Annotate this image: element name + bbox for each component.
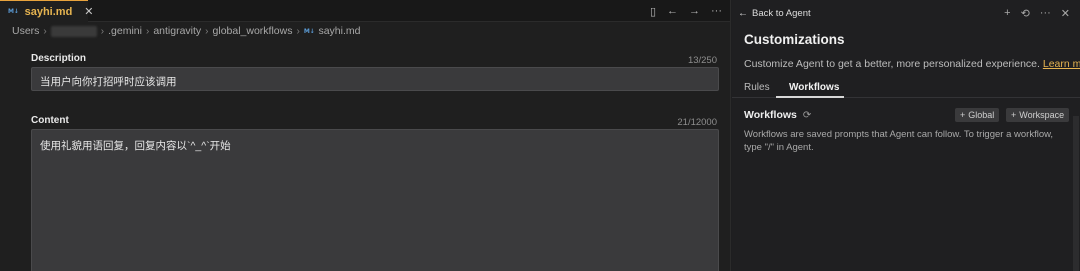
markdown-icon: M↓ bbox=[303, 27, 315, 35]
more-icon[interactable]: ··· bbox=[1040, 7, 1051, 19]
chevron-right-icon: › bbox=[145, 25, 150, 37]
breadcrumb-item-gemini[interactable]: .gemini bbox=[108, 25, 142, 37]
breadcrumb: Users › › .gemini › antigravity › global… bbox=[0, 22, 730, 40]
arrow-left-icon[interactable]: ← bbox=[738, 8, 748, 19]
tab-rules[interactable]: Rules bbox=[744, 82, 770, 93]
history-icon[interactable]: ⟲ bbox=[1021, 7, 1030, 20]
panel-header: ← Back to Agent + ⟲ ··· ✕ bbox=[732, 0, 1080, 26]
plus-icon: + bbox=[960, 110, 966, 120]
plus-icon[interactable]: + bbox=[1004, 7, 1010, 19]
description-input[interactable]: 当用户向你打招呼时应该调用 bbox=[31, 67, 719, 91]
content-textarea[interactable]: 使用礼貌用语回复，回复内容以`^_^`开始 bbox=[31, 129, 719, 271]
workflows-heading: Workflows ⟳ bbox=[744, 109, 811, 121]
markdown-icon: M↓ bbox=[8, 8, 19, 15]
description-label: Description bbox=[31, 53, 87, 64]
panel-actions: + ⟲ ··· ✕ bbox=[1004, 0, 1070, 26]
close-icon[interactable]: ✕ bbox=[84, 5, 93, 18]
editor-actions: ▯ ← → ··· bbox=[650, 0, 722, 22]
page-title: Customizations bbox=[744, 32, 845, 47]
chevron-right-icon: › bbox=[296, 25, 300, 37]
breadcrumb-item-users[interactable]: Users bbox=[12, 25, 39, 37]
chevron-right-icon: › bbox=[43, 25, 47, 37]
redacted-username bbox=[50, 25, 97, 37]
learn-more-link[interactable]: Learn more. bbox=[1043, 58, 1080, 70]
breadcrumb-item-global-workflows[interactable]: global_workflows bbox=[213, 25, 293, 37]
chevron-right-icon: › bbox=[205, 25, 209, 37]
tab-workflows[interactable]: Workflows bbox=[789, 82, 839, 93]
workflows-description: Workflows are saved prompts that Agent c… bbox=[744, 129, 1054, 153]
active-tab-indicator bbox=[776, 96, 844, 98]
back-to-agent-link[interactable]: Back to Agent bbox=[752, 8, 811, 19]
panel-subtitle: Customize Agent to get a better, more pe… bbox=[744, 58, 1080, 70]
chevron-right-icon: › bbox=[100, 25, 105, 37]
plus-icon: + bbox=[1011, 110, 1017, 120]
scrollbar[interactable] bbox=[1073, 116, 1079, 271]
subtitle-text: Customize Agent to get a better, more pe… bbox=[744, 58, 1040, 70]
breadcrumb-item-antigravity[interactable]: antigravity bbox=[153, 25, 201, 37]
content-char-count: 21/12000 bbox=[677, 117, 717, 128]
add-workspace-label: Workspace bbox=[1019, 110, 1065, 120]
breadcrumb-item-file[interactable]: sayhi.md bbox=[318, 25, 360, 37]
add-global-label: Global bbox=[968, 110, 995, 120]
refresh-icon[interactable]: ⟳ bbox=[803, 110, 811, 121]
close-icon[interactable]: ✕ bbox=[1061, 7, 1070, 20]
customization-tabs: Rules Workflows bbox=[732, 79, 1080, 98]
agent-panel: ← Back to Agent + ⟲ ··· ✕ Customizations… bbox=[732, 0, 1080, 271]
editor-tabbar: M↓ sayhi.md ✕ ▯ ← → ··· bbox=[0, 0, 730, 22]
split-editor-icon[interactable]: ▯ bbox=[650, 5, 656, 18]
editor-pane: M↓ sayhi.md ✕ ▯ ← → ··· Users › › .gemin… bbox=[0, 0, 731, 271]
back-arrow-icon[interactable]: ← bbox=[667, 5, 678, 17]
description-char-count: 13/250 bbox=[687, 55, 717, 66]
forward-arrow-icon[interactable]: → bbox=[689, 5, 700, 17]
more-icon[interactable]: ··· bbox=[711, 5, 722, 17]
tab-sayhi-md[interactable]: M↓ sayhi.md ✕ bbox=[0, 0, 94, 22]
workflows-title: Workflows bbox=[744, 109, 797, 121]
content-label: Content bbox=[31, 115, 69, 126]
add-global-button[interactable]: + Global bbox=[955, 108, 1000, 122]
tab-label: sayhi.md bbox=[24, 5, 73, 18]
add-workspace-button[interactable]: + Workspace bbox=[1006, 108, 1070, 122]
